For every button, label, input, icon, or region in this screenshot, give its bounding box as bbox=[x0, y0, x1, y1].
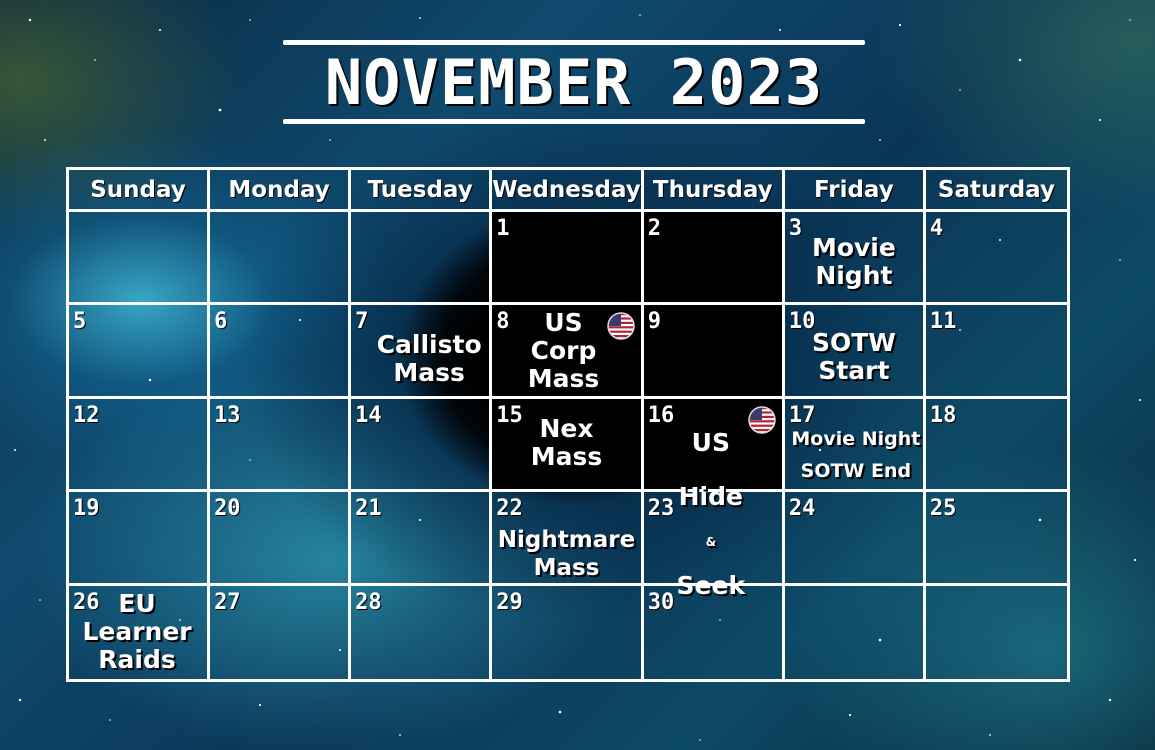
day-number: 13 bbox=[214, 402, 241, 428]
calendar-day-2[interactable]: 2 bbox=[643, 212, 785, 306]
day-number: 1 bbox=[496, 216, 510, 241]
calendar-day-empty bbox=[69, 212, 211, 306]
day-number: 19 bbox=[73, 496, 100, 522]
day-number: 28 bbox=[355, 589, 382, 615]
day-number: 5 bbox=[73, 309, 87, 335]
calendar-day-5[interactable]: 5 bbox=[69, 305, 211, 399]
day-number: 11 bbox=[929, 309, 957, 335]
calendar-grid: Sunday Monday Tuesday Wednesday Thursday… bbox=[66, 167, 1070, 682]
day-number: 6 bbox=[214, 309, 228, 335]
day-number: 27 bbox=[214, 589, 241, 615]
calendar-day-7[interactable]: 7 Callisto Mass bbox=[351, 305, 493, 399]
calendar-day-13[interactable]: 13 bbox=[210, 398, 352, 493]
calendar-day-1[interactable]: 1 bbox=[492, 212, 644, 306]
day-number: 23 bbox=[647, 496, 675, 522]
weekday-header-monday: Monday bbox=[210, 170, 352, 212]
calendar-day-empty bbox=[785, 585, 926, 679]
calendar-day-empty bbox=[351, 212, 493, 306]
event-us-corp-mass: US Corp Mass bbox=[527, 308, 600, 394]
day-number: 30 bbox=[647, 589, 675, 615]
day-number: 29 bbox=[496, 589, 523, 615]
day-number: 18 bbox=[929, 402, 957, 428]
event-movie-night-sotw-end: Movie Night SOTW End bbox=[791, 427, 921, 482]
day-number: 9 bbox=[647, 309, 662, 335]
day-number: 14 bbox=[355, 402, 382, 428]
calendar-day-29[interactable]: 29 bbox=[492, 585, 644, 679]
calendar-day-30[interactable]: 30 bbox=[644, 585, 785, 679]
day-number: 7 bbox=[355, 309, 369, 335]
event-line: US bbox=[691, 427, 730, 457]
calendar-title: NOVEMBER 2023 bbox=[324, 45, 824, 119]
calendar-day-empty bbox=[210, 212, 352, 306]
calendar-day-21[interactable]: 21 bbox=[351, 492, 493, 586]
day-number: 25 bbox=[929, 496, 957, 522]
calendar-day-3[interactable]: 3 Movie Night bbox=[784, 212, 926, 306]
calendar-day-22[interactable]: 22 Nightmare Mass bbox=[492, 492, 644, 586]
weekday-header-friday: Friday bbox=[784, 170, 926, 212]
calendar-day-6[interactable]: 6 bbox=[210, 305, 352, 399]
title-bottom-rule bbox=[283, 119, 865, 124]
event-nightmare-mass: Nightmare Mass bbox=[497, 527, 636, 582]
weekday-header-thursday: Thursday bbox=[643, 170, 785, 212]
calendar-day-16[interactable]: 16 US Hide & Seek bbox=[643, 398, 785, 598]
title-top-rule bbox=[283, 40, 865, 45]
calendar-day-12[interactable]: 12 bbox=[69, 398, 211, 493]
event-movie-night: Movie Night bbox=[811, 233, 896, 290]
calendar-title-banner: NOVEMBER 2023 bbox=[283, 40, 865, 124]
day-number: 2 bbox=[647, 216, 662, 241]
calendar-day-19[interactable]: 19 bbox=[69, 492, 211, 586]
event-sotw-start: SOTW Start bbox=[811, 328, 896, 386]
calendar-day-10[interactable]: 10 SOTW Start bbox=[784, 305, 926, 399]
weekday-header-tuesday: Tuesday bbox=[351, 170, 493, 212]
day-number: 24 bbox=[788, 496, 816, 522]
day-number: 22 bbox=[496, 496, 523, 522]
calendar-day-27[interactable]: 27 bbox=[210, 585, 352, 679]
weekday-header-saturday: Saturday bbox=[925, 170, 1067, 212]
weekday-header-wednesday: Wednesday bbox=[492, 170, 644, 212]
calendar-day-11[interactable]: 11 bbox=[925, 305, 1067, 399]
calendar-day-17[interactable]: 17 Movie Night SOTW End bbox=[784, 398, 926, 493]
event-callisto-mass: Callisto Mass bbox=[376, 330, 482, 388]
calendar-day-26[interactable]: 26 EU Learner Raids bbox=[69, 585, 211, 679]
calendar-day-24[interactable]: 24 bbox=[784, 492, 926, 586]
event-eu-learner-raids: EU Learner Raids bbox=[82, 588, 192, 674]
day-number: 12 bbox=[73, 402, 100, 428]
calendar-day-28[interactable]: 28 bbox=[351, 585, 493, 679]
calendar-day-9[interactable]: 9 bbox=[643, 305, 785, 399]
day-number: 21 bbox=[355, 496, 382, 522]
event-nex-mass: Nex Mass bbox=[530, 413, 603, 471]
calendar-day-8[interactable]: 8 US Corp Mass bbox=[492, 305, 644, 399]
calendar-day-18[interactable]: 18 bbox=[925, 399, 1067, 493]
calendar-day-4[interactable]: 4 bbox=[925, 212, 1067, 306]
day-number: 20 bbox=[214, 496, 241, 522]
calendar-day-empty bbox=[926, 586, 1067, 679]
calendar-day-14[interactable]: 14 bbox=[351, 398, 493, 493]
calendar-day-20[interactable]: 20 bbox=[210, 492, 352, 586]
calendar-day-23[interactable]: 23 bbox=[643, 492, 785, 586]
weekday-header-sunday: Sunday bbox=[69, 170, 211, 212]
calendar-day-25[interactable]: 25 bbox=[925, 492, 1067, 586]
day-number: 4 bbox=[929, 216, 944, 241]
calendar-day-15[interactable]: 15 Nex Mass bbox=[492, 398, 644, 493]
